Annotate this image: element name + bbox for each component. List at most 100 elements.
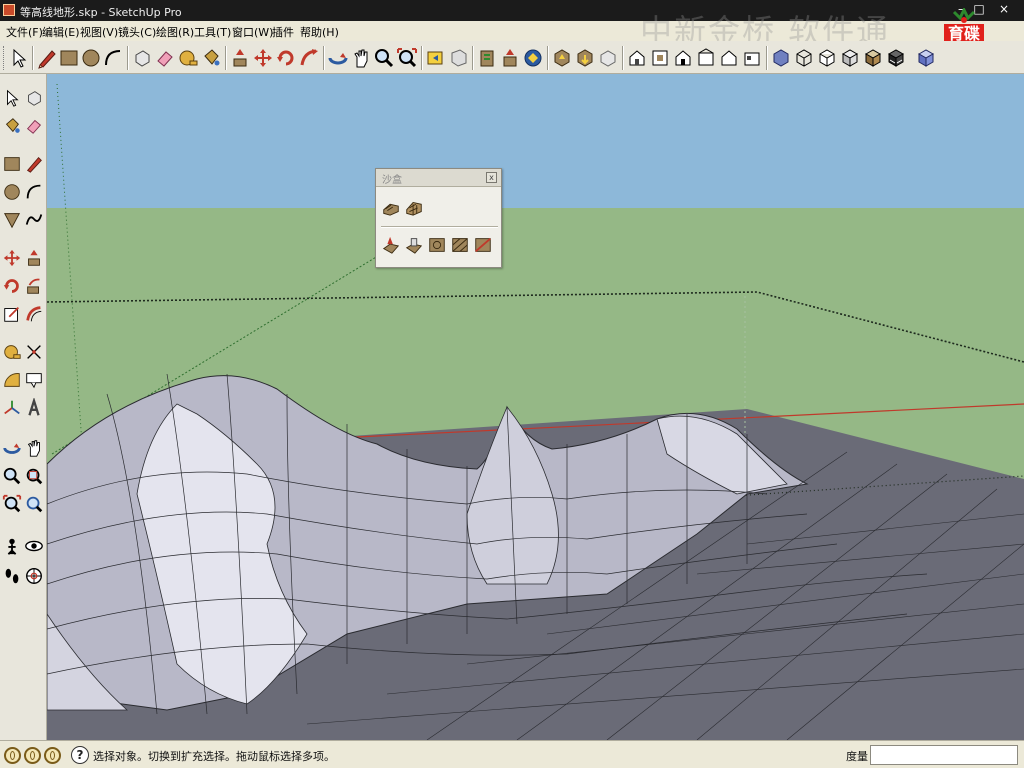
geolocation-icon[interactable] bbox=[4, 747, 21, 764]
menu-camera[interactable]: 镜头(C) bbox=[118, 24, 156, 40]
paint-bucket-icon[interactable] bbox=[200, 47, 222, 69]
previous-view-icon[interactable] bbox=[425, 47, 447, 69]
select-icon[interactable] bbox=[8, 47, 30, 69]
text-icon[interactable] bbox=[24, 370, 44, 390]
move-icon[interactable] bbox=[2, 248, 22, 268]
menu-draw[interactable]: 绘图(R) bbox=[156, 24, 194, 40]
menu-tools[interactable]: 工具(T) bbox=[194, 24, 231, 40]
measurements-input[interactable] bbox=[870, 745, 1018, 765]
zoom-icon[interactable] bbox=[2, 466, 22, 486]
share-component-icon[interactable] bbox=[551, 47, 573, 69]
section-plane-icon[interactable] bbox=[24, 566, 44, 586]
follow-me-icon[interactable] bbox=[298, 47, 320, 69]
orbit-icon[interactable] bbox=[327, 47, 349, 69]
pan-icon[interactable] bbox=[350, 47, 372, 69]
orbit-icon[interactable] bbox=[2, 438, 22, 458]
extension-icon[interactable] bbox=[574, 47, 596, 69]
sandbox-close-button[interactable]: x bbox=[486, 172, 497, 183]
flip-edge-icon[interactable] bbox=[473, 235, 493, 255]
share-model-icon[interactable] bbox=[499, 47, 521, 69]
section-display-icon[interactable] bbox=[915, 47, 937, 69]
freehand-icon[interactable] bbox=[24, 210, 44, 230]
protractor-icon[interactable] bbox=[2, 370, 22, 390]
push-pull-icon[interactable] bbox=[229, 47, 251, 69]
previous-icon[interactable] bbox=[24, 494, 44, 514]
arc-icon[interactable] bbox=[102, 47, 124, 69]
help-icon[interactable]: ? bbox=[71, 746, 89, 764]
model-viewport[interactable] bbox=[47, 74, 1024, 740]
menu-window[interactable]: 窗口(W) bbox=[232, 24, 273, 40]
menu-file[interactable]: 文件(F) bbox=[6, 24, 43, 40]
make-component-icon[interactable] bbox=[24, 88, 44, 108]
hidden-line-icon[interactable] bbox=[816, 47, 838, 69]
sandbox-title-bar[interactable]: 沙盒 x bbox=[376, 169, 501, 187]
get-models-icon[interactable] bbox=[476, 47, 498, 69]
from-contours-icon[interactable] bbox=[381, 197, 401, 217]
menu-view[interactable]: 视图(V) bbox=[80, 24, 118, 40]
menu-help[interactable]: 帮助(H) bbox=[300, 24, 339, 40]
walk-icon[interactable] bbox=[2, 566, 22, 586]
user-account-icon[interactable] bbox=[44, 747, 61, 764]
axes-icon[interactable] bbox=[2, 398, 22, 418]
right-view-icon[interactable] bbox=[695, 47, 717, 69]
monochrome-icon[interactable] bbox=[885, 47, 907, 69]
position-camera-icon[interactable] bbox=[2, 536, 22, 556]
back-view-icon[interactable] bbox=[718, 47, 740, 69]
select-icon[interactable] bbox=[2, 88, 22, 108]
stamp-icon[interactable] bbox=[404, 235, 424, 255]
measurements-label: 度量 bbox=[846, 750, 868, 763]
from-scratch-icon[interactable] bbox=[404, 197, 424, 217]
rectangle-icon[interactable] bbox=[2, 154, 22, 174]
credits-icon[interactable] bbox=[24, 747, 41, 764]
top-view-icon[interactable] bbox=[649, 47, 671, 69]
zoom-icon[interactable] bbox=[373, 47, 395, 69]
shaded-icon[interactable] bbox=[839, 47, 861, 69]
iso-view-icon[interactable] bbox=[626, 47, 648, 69]
scale-icon[interactable] bbox=[2, 304, 22, 324]
zoom-window-icon[interactable] bbox=[24, 466, 44, 486]
circle-icon[interactable] bbox=[80, 47, 102, 69]
circle-icon[interactable] bbox=[2, 182, 22, 202]
front-view-icon[interactable] bbox=[672, 47, 694, 69]
xray-icon[interactable] bbox=[770, 47, 792, 69]
toolbar-grip[interactable] bbox=[3, 46, 6, 70]
close-button[interactable]: × bbox=[997, 2, 1011, 16]
left-view-icon[interactable] bbox=[741, 47, 763, 69]
next-view-icon[interactable] bbox=[448, 47, 470, 69]
smoove-icon[interactable] bbox=[381, 235, 401, 255]
menu-plugins[interactable]: 插件 bbox=[272, 24, 294, 40]
pencil-icon[interactable] bbox=[36, 47, 58, 69]
offset-icon[interactable] bbox=[24, 304, 44, 324]
tape-measure-icon[interactable] bbox=[177, 47, 199, 69]
move-icon[interactable] bbox=[252, 47, 274, 69]
sandbox-toolbar[interactable]: 沙盒 x bbox=[375, 168, 502, 268]
push-pull-icon[interactable] bbox=[24, 248, 44, 268]
eraser-icon[interactable] bbox=[154, 47, 176, 69]
polygon-icon[interactable] bbox=[2, 210, 22, 230]
rotate-icon[interactable] bbox=[275, 47, 297, 69]
line-icon[interactable] bbox=[24, 154, 44, 174]
make-component-icon[interactable] bbox=[131, 47, 153, 69]
eraser-icon[interactable] bbox=[24, 116, 44, 136]
drape-icon[interactable] bbox=[427, 235, 447, 255]
wireframe-icon[interactable] bbox=[793, 47, 815, 69]
menu-edit[interactable]: 编辑(E) bbox=[42, 24, 80, 40]
arc-icon[interactable] bbox=[24, 182, 44, 202]
follow-me-icon[interactable] bbox=[24, 276, 44, 296]
3d-text-icon[interactable] bbox=[24, 398, 44, 418]
zoom-extents-icon[interactable] bbox=[396, 47, 418, 69]
shaded-textures-icon[interactable] bbox=[862, 47, 884, 69]
main-toolbar bbox=[0, 41, 1024, 74]
dimensions-icon[interactable] bbox=[24, 342, 44, 362]
rotate-icon[interactable] bbox=[2, 276, 22, 296]
add-detail-icon[interactable] bbox=[450, 235, 470, 255]
paint-bucket-icon[interactable] bbox=[2, 116, 22, 136]
zoom-extents-icon[interactable] bbox=[2, 494, 22, 514]
rectangle-icon[interactable] bbox=[58, 47, 80, 69]
pan-icon[interactable] bbox=[24, 438, 44, 458]
tape-measure-icon[interactable] bbox=[2, 342, 22, 362]
component-options-icon[interactable] bbox=[597, 47, 619, 69]
look-around-icon[interactable] bbox=[24, 536, 44, 556]
toolbar-separator bbox=[472, 46, 474, 70]
3d-warehouse-icon[interactable] bbox=[522, 47, 544, 69]
